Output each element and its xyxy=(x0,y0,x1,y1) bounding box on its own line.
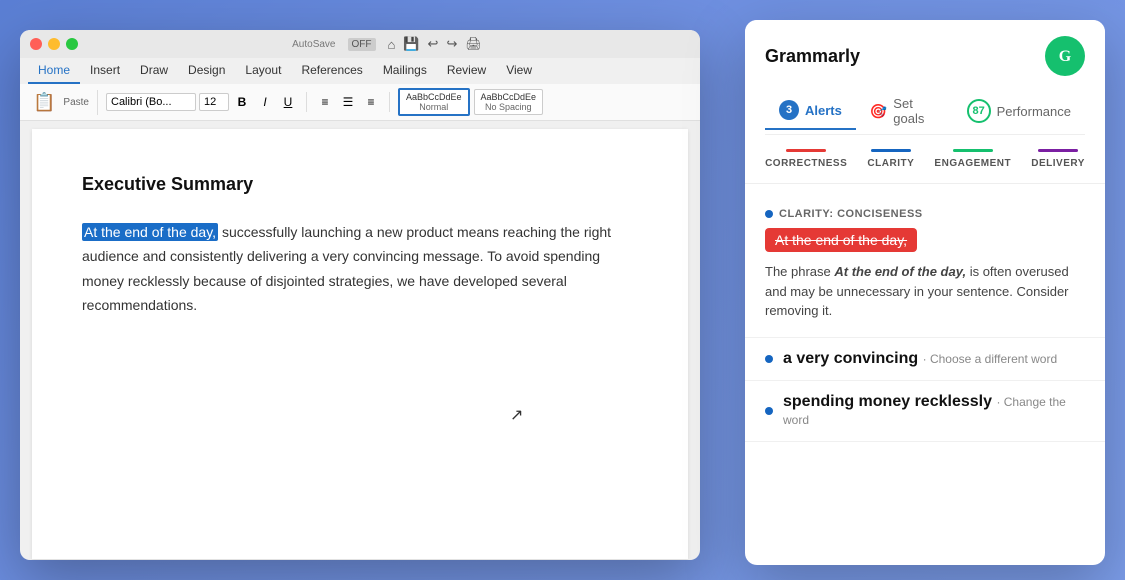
suggestion-keyword-1: a very convincing xyxy=(783,350,918,367)
clarity-label: CLARITY xyxy=(867,158,914,169)
tab-references[interactable]: References xyxy=(291,58,372,84)
style-nospace-label: No Spacing xyxy=(481,102,537,112)
correctness-label: CORRECTNESS xyxy=(765,158,847,169)
highlighted-phrase: At the end of the day, xyxy=(82,223,218,241)
engagement-indicator xyxy=(953,149,993,152)
tab-review[interactable]: Review xyxy=(437,58,496,84)
minimize-button[interactable] xyxy=(48,38,60,50)
tab-mailings[interactable]: Mailings xyxy=(373,58,437,84)
grammarly-panel: Grammarly G 3 Alerts 🎯 Set goals 87 Perf… xyxy=(745,20,1105,565)
grammarly-header: Grammarly G 3 Alerts 🎯 Set goals 87 Perf… xyxy=(745,20,1105,135)
title-bar-center: AutoSave OFF ⌂ 💾 ↩ ↪ 🖨 xyxy=(84,36,690,52)
alert-type-text: CLARITY: CONCISENESS xyxy=(779,208,923,220)
save-icon[interactable]: 💾 xyxy=(403,36,419,52)
bold-button[interactable]: B xyxy=(232,92,252,112)
document-title: Executive Summary xyxy=(82,169,638,200)
suggestion-item-2[interactable]: spending money recklessly · Change the w… xyxy=(745,381,1105,442)
align-left-button[interactable]: ≡ xyxy=(315,92,335,112)
performance-score: 87 xyxy=(967,99,991,123)
autosave-toggle[interactable]: OFF xyxy=(348,38,376,51)
print-icon[interactable]: 🖨 xyxy=(465,36,482,52)
document-content: Executive Summary At the end of the day,… xyxy=(32,129,688,559)
desc-before: The phrase xyxy=(765,264,834,279)
clarity-indicator xyxy=(871,149,911,152)
suggestion-dot-1 xyxy=(765,355,773,363)
toolbar-icons: ⌂ 💾 ↩ ↪ 🖨 xyxy=(388,36,482,52)
alerts-label: Alerts xyxy=(805,103,842,118)
goal-icon: 🎯 xyxy=(870,103,887,120)
styles-group: AaBbCcDdEe Normal AaBbCcDdEe No Spacing xyxy=(398,88,543,116)
alerts-body: CLARITY: CONCISENESS At the end of the d… xyxy=(745,184,1105,565)
tab-design[interactable]: Design xyxy=(178,58,235,84)
document-body: At the end of the day, successfully laun… xyxy=(82,220,638,318)
underline-button[interactable]: U xyxy=(278,92,298,112)
main-alert-card: CLARITY: CONCISENESS At the end of the d… xyxy=(745,196,1105,338)
tab-insert[interactable]: Insert xyxy=(80,58,130,84)
desc-phrase: At the end of the day, xyxy=(834,264,966,279)
paste-label: Paste xyxy=(63,97,89,108)
category-delivery[interactable]: DELIVERY xyxy=(1031,149,1085,169)
paste-button[interactable]: 📋 xyxy=(28,90,60,115)
redo-icon[interactable]: ↪ xyxy=(446,36,457,52)
tab-goals[interactable]: 🎯 Set goals xyxy=(856,88,953,134)
category-engagement[interactable]: ENGAGEMENT xyxy=(934,149,1011,169)
correctness-indicator xyxy=(786,149,826,152)
word-window: AutoSave OFF ⌂ 💾 ↩ ↪ 🖨 Home Insert Draw … xyxy=(20,30,700,560)
title-bar: AutoSave OFF ⌂ 💾 ↩ ↪ 🖨 xyxy=(20,30,700,58)
suggestion-dot-2 xyxy=(765,407,773,415)
tab-performance[interactable]: 87 Performance xyxy=(953,91,1085,131)
engagement-label: ENGAGEMENT xyxy=(934,158,1011,169)
style-normal-preview: AaBbCcDdEe xyxy=(406,92,462,102)
delivery-indicator xyxy=(1038,149,1078,152)
paragraph-group: ≡ ☰ ≡ xyxy=(315,92,390,112)
tab-draw[interactable]: Draw xyxy=(130,58,178,84)
suggestion-action-1: · Choose a different word xyxy=(923,352,1058,366)
grammarly-logo-row: Grammarly G xyxy=(765,36,1085,76)
alert-dot xyxy=(765,210,773,218)
style-normal-label: Normal xyxy=(406,102,462,112)
style-nospace-preview: AaBbCcDdEe xyxy=(481,92,537,102)
alert-description: The phrase At the end of the day, is oft… xyxy=(765,262,1085,321)
ribbon-toolbar: 📋 Paste B I U ≡ ☰ ≡ AaBbCcDdEe Normal Aa… xyxy=(20,84,700,121)
maximize-button[interactable] xyxy=(66,38,78,50)
font-family-input[interactable] xyxy=(106,93,196,111)
cursor: ↗ xyxy=(510,405,523,425)
undo-icon[interactable]: ↩ xyxy=(428,36,439,52)
grammarly-title: Grammarly xyxy=(765,46,860,67)
tab-alerts[interactable]: 3 Alerts xyxy=(765,92,856,130)
close-button[interactable] xyxy=(30,38,42,50)
category-row: CORRECTNESS CLARITY ENGAGEMENT DELIVERY xyxy=(745,135,1105,184)
tab-layout[interactable]: Layout xyxy=(235,58,291,84)
italic-button[interactable]: I xyxy=(255,92,275,112)
style-normal[interactable]: AaBbCcDdEe Normal xyxy=(398,88,470,116)
home-icon: ⌂ xyxy=(388,37,396,52)
ribbon-tabs: Home Insert Draw Design Layout Reference… xyxy=(20,58,700,84)
tab-home[interactable]: Home xyxy=(28,58,80,84)
suggestion-content-2: spending money recklessly · Change the w… xyxy=(783,393,1085,429)
grammarly-tabs: 3 Alerts 🎯 Set goals 87 Performance xyxy=(765,88,1085,135)
svg-text:G: G xyxy=(1059,48,1072,65)
goals-label: Set goals xyxy=(893,96,938,126)
category-clarity[interactable]: CLARITY xyxy=(867,149,914,169)
style-no-spacing[interactable]: AaBbCcDdEe No Spacing xyxy=(474,89,544,115)
alert-type-label: CLARITY: CONCISENESS xyxy=(765,208,1085,220)
suggestion-item-1[interactable]: a very convincing · Choose a different w… xyxy=(745,338,1105,381)
alerts-badge: 3 xyxy=(779,100,799,120)
font-group: B I U xyxy=(106,92,307,112)
tab-view[interactable]: View xyxy=(496,58,542,84)
clipboard-group: 📋 Paste xyxy=(28,90,98,115)
delivery-label: DELIVERY xyxy=(1031,158,1085,169)
grammarly-logo-icon: G xyxy=(1045,36,1085,76)
autosave-label: AutoSave xyxy=(292,39,335,50)
suggestion-keyword-2: spending money recklessly xyxy=(783,393,992,410)
strikethrough-phrase: At the end of the day, xyxy=(765,228,917,252)
font-size-input[interactable] xyxy=(199,93,229,111)
suggestion-content-1: a very convincing · Choose a different w… xyxy=(783,350,1057,368)
align-right-button[interactable]: ≡ xyxy=(361,92,381,112)
category-correctness[interactable]: CORRECTNESS xyxy=(765,149,847,169)
align-center-button[interactable]: ☰ xyxy=(338,92,358,112)
performance-label: Performance xyxy=(997,104,1071,119)
